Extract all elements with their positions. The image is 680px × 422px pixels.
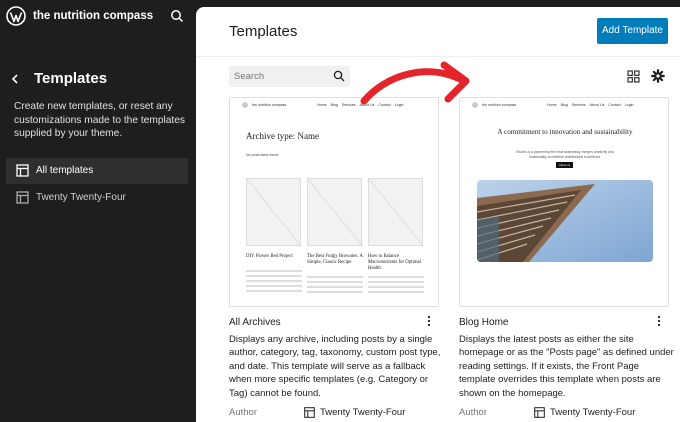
layout-icon [16,164,29,177]
search-placeholder: Search [234,71,265,82]
preview-text-line [368,276,424,278]
template-description: Displays the latest posts as either the … [459,334,674,399]
author-value: Twenty Twenty-Four [550,407,636,418]
sidebar-item-all-templates[interactable]: All templates [6,158,188,184]
preview-logo [242,102,248,108]
preview-heading: Archive type: Name [246,131,319,141]
annotation-arrow-icon [360,61,470,105]
preview-text-line [368,291,424,293]
grid-view-icon[interactable] [627,70,640,83]
preview-nav: Home Blog Services About Us Contact Login [547,103,634,107]
preview-text-line [246,275,302,277]
gear-icon[interactable] [651,69,665,83]
preview-post-title: How to Balance Macronutrients for Optima… [368,254,422,271]
template-title[interactable]: Blog Home [459,317,508,328]
template-preview[interactable]: the nutrition compass Home Blog Services Ab… [229,97,439,307]
preview-text-line [307,276,363,278]
site-hub: the nutrition compass [0,0,196,34]
preview-post-thumbnail [368,178,425,248]
preview-text-line [307,281,363,283]
more-options-icon[interactable] [657,315,661,327]
template-preview[interactable]: the nutrition compass Home Blog Services Ab… [459,97,669,307]
preview-text-line [246,280,302,282]
page-title: Templates [229,23,298,40]
templates-panel: Templates Add Template Search the nutrit… [196,7,680,422]
template-description: Displays any archive, including posts by… [229,334,441,399]
preview-heading: A commitment to innovation and sustainab… [497,128,633,136]
preview-subtext: Études is a pioneering firm that seamles… [516,150,614,159]
layout-icon [534,407,545,418]
author-value: Twenty Twenty-Four [320,407,406,418]
template-title[interactable]: All Archives [229,317,281,328]
preview-post-title: DIY Flower Bed Project [246,254,293,259]
preview-post-thumbnail [307,178,364,248]
sidebar: the nutrition compass Templates Create n… [0,0,196,422]
preview-text-line [246,285,302,287]
preview-text-line [307,286,363,288]
preview-text-line [307,291,363,293]
layout-icon [304,407,315,418]
preview-text-line [368,281,424,283]
add-template-button[interactable]: Add Template [597,18,668,44]
sidebar-item-label: All templates [36,165,94,176]
search-input[interactable]: Search [229,66,350,87]
header: Templates Add Template [196,7,680,57]
preview-button: About us [556,162,573,168]
preview-site-name: the nutrition compass [482,103,517,107]
preview-text-line [368,286,424,288]
preview-post-thumbnail [246,178,303,248]
sidebar-item-twenty-twenty-four[interactable]: Twenty Twenty-Four [6,185,188,211]
chevron-left-icon[interactable] [10,72,20,86]
search-icon[interactable] [170,9,184,23]
preview-site-name: the nutrition compass [252,103,287,107]
site-name[interactable]: the nutrition compass [33,10,153,22]
preview-text-line [246,270,302,272]
preview-post-title: The Best Fudgy Brownies: A Simple, Class… [307,254,363,265]
search-icon [333,70,345,82]
author-label: Author [459,407,487,418]
site-editor: the nutrition compass Templates Create n… [0,0,680,422]
sidebar-title: Templates [34,70,108,87]
sidebar-description: Create new templates, or reset any custo… [14,101,186,139]
layout-icon [16,191,29,204]
more-options-icon[interactable] [427,315,431,327]
preview-text-line [246,290,302,292]
author-label: Author [229,407,257,418]
preview-note: No posts were found. [246,153,280,157]
sidebar-item-label: Twenty Twenty-Four [36,192,126,203]
wordpress-logo-icon[interactable] [6,6,26,26]
preview-building-photo [477,180,653,262]
